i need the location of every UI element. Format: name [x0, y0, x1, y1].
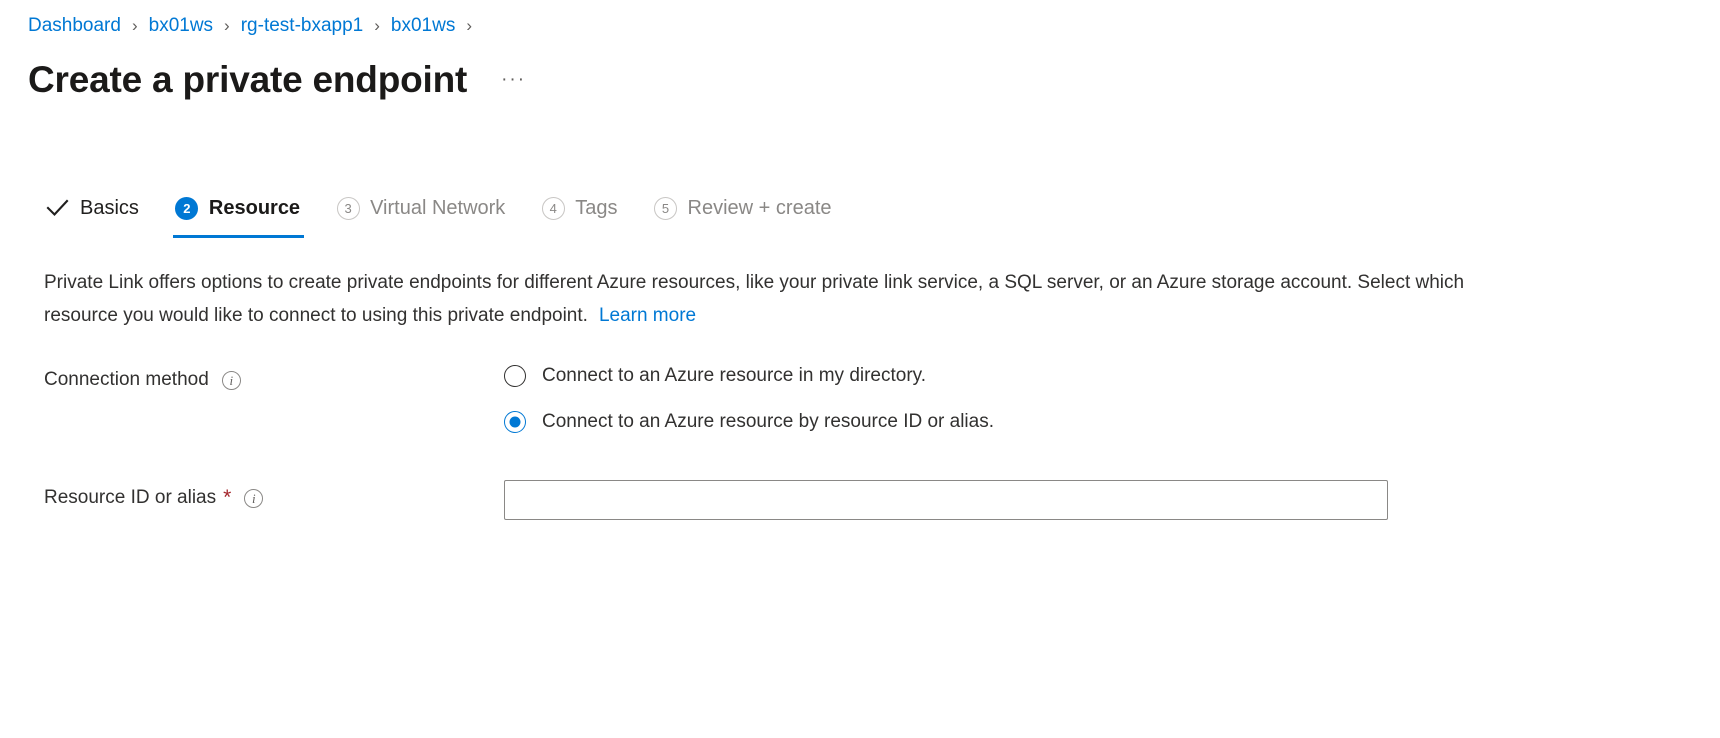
- radio-circle-selected-icon: [504, 411, 526, 433]
- step-number-badge: 4: [541, 196, 565, 220]
- info-icon[interactable]: i: [221, 370, 241, 390]
- step-number-badge: 2: [175, 196, 199, 220]
- tab-resource[interactable]: 2 Resource: [172, 186, 305, 238]
- intro-text: Private Link offers options to create pr…: [44, 272, 1465, 326]
- more-options-icon[interactable]: ···: [497, 67, 530, 93]
- page-title: Create a private endpoint: [28, 59, 468, 100]
- check-icon: [46, 196, 70, 220]
- breadcrumb-item-dashboard[interactable]: Dashboard: [28, 14, 121, 38]
- step-number-badge: 5: [654, 196, 678, 220]
- label-resource-id-text: Resource ID or alias: [44, 487, 217, 508]
- breadcrumb-item-bx01ws[interactable]: bx01ws: [149, 14, 213, 38]
- form-row-resource-id: Resource ID or alias * i: [44, 480, 1720, 520]
- tab-review-create[interactable]: 5 Review + create: [652, 186, 836, 238]
- breadcrumb: Dashboard › bx01ws › rg-test-bxapp1 › bx…: [0, 0, 1720, 38]
- breadcrumb-item-bx01ws-2[interactable]: bx01ws: [391, 14, 455, 38]
- form-row-connection-method: Connection method i Connect to an Azure …: [44, 362, 1720, 436]
- resource-id-input[interactable]: [504, 480, 1388, 520]
- page-header: Create a private endpoint ···: [0, 38, 1720, 102]
- radio-connect-in-my-directory[interactable]: Connect to an Azure resource in my direc…: [504, 362, 1720, 390]
- main-content: Private Link offers options to create pr…: [0, 266, 1720, 520]
- tab-tags[interactable]: 4 Tags: [539, 186, 621, 238]
- tab-basics[interactable]: Basics: [44, 186, 143, 238]
- tab-label-tags: Tags: [575, 196, 618, 219]
- breadcrumb-item-rg-test-bxapp1[interactable]: rg-test-bxapp1: [241, 14, 364, 38]
- step-number-5: 5: [654, 196, 678, 220]
- resource-id-control: [504, 480, 1720, 520]
- breadcrumb-separator-icon: ›: [374, 16, 380, 35]
- breadcrumb-separator-icon: ›: [131, 16, 138, 35]
- breadcrumb-separator-icon: ›: [466, 16, 472, 35]
- breadcrumb-separator-icon: ›: [224, 16, 230, 35]
- tab-label-virtual-network: Virtual Network: [370, 196, 506, 219]
- radio-label-connect-in-my-directory: Connect to an Azure resource in my direc…: [542, 365, 927, 386]
- step-number-2: 2: [175, 196, 199, 220]
- required-asterisk: *: [223, 486, 232, 509]
- info-icon[interactable]: i: [244, 488, 264, 508]
- tab-label-basics: Basics: [80, 196, 139, 219]
- wizard-tabs: Basics 2 Resource 3 Virtual Network 4 Ta…: [0, 194, 1720, 238]
- radio-group-connection-method: Connect to an Azure resource in my direc…: [504, 362, 1720, 436]
- radio-connect-by-resource-id[interactable]: Connect to an Azure resource by resource…: [504, 408, 1720, 436]
- step-number-badge: 3: [336, 196, 360, 220]
- label-connection-method: Connection method i: [44, 362, 504, 394]
- radio-label-connect-by-resource-id: Connect to an Azure resource by resource…: [542, 411, 995, 432]
- learn-more-link[interactable]: Learn more: [599, 305, 696, 326]
- tab-virtual-network[interactable]: 3 Virtual Network: [334, 186, 509, 238]
- intro-paragraph: Private Link offers options to create pr…: [44, 266, 1539, 332]
- step-number-3: 3: [336, 196, 360, 220]
- step-number-4: 4: [541, 196, 565, 220]
- label-connection-method-text: Connection method: [44, 369, 209, 390]
- tab-label-review-create: Review + create: [687, 196, 832, 219]
- radio-circle-icon: [504, 365, 526, 387]
- label-resource-id: Resource ID or alias * i: [44, 480, 504, 512]
- tab-label-resource: Resource: [208, 196, 301, 219]
- resource-form: Connection method i Connect to an Azure …: [44, 362, 1720, 520]
